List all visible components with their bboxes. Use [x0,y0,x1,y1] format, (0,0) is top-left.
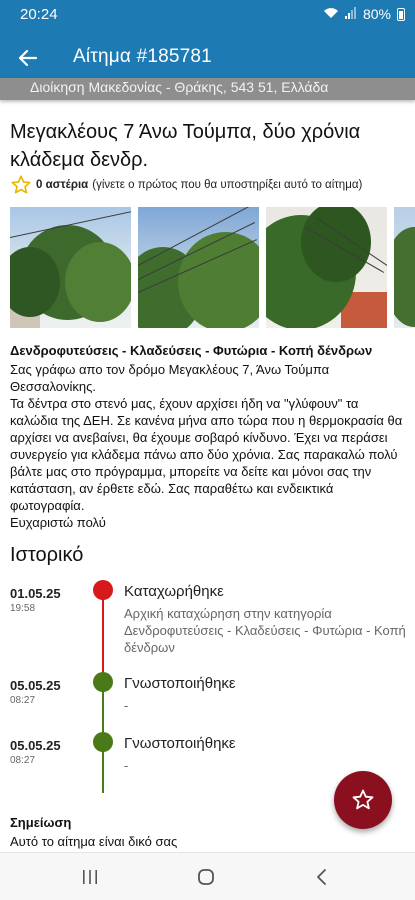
battery-icon [397,7,405,21]
note-label: Σημείωση [10,815,72,830]
system-nav-bar [0,852,415,900]
timeline-line [102,591,104,676]
signal-icon [344,6,357,22]
support-fab-button[interactable] [334,771,392,829]
arrow-left-icon [18,49,38,67]
status-time: 20:24 [20,6,58,23]
status-bar: 20:24 80% [0,0,415,30]
battery-percent: 80% [362,6,391,22]
description-paragraph: Τα δέντρα στο στενό μας, έχουν αρχίσει ή… [10,396,403,513]
photo-gallery[interactable] [10,207,415,329]
request-category: Δενδροφυτεύσεις - Κλαδεύσεις - Φυτώρια -… [10,343,373,358]
timeline-dot [93,580,113,600]
status-icons: 80% [323,6,405,22]
chevron-left-icon [317,869,326,885]
photo-thumbnail[interactable] [266,207,387,328]
history-title: Ιστορικό [10,544,84,566]
system-back-button[interactable] [307,865,337,889]
event-time: 08:27 [10,695,36,706]
event-description: Αρχική καταχώρηση στην κατηγορία Δενδροφ… [124,606,406,655]
request-title: Μεγακλέους 7 Άνω Τούμπα, δύο χρόνια κλάδ… [10,121,361,171]
request-description: Σας γράφω απο τον δρόμο Μεγακλέους 7, Άν… [10,361,405,531]
event-date: 01.05.25 [10,586,61,601]
back-button[interactable] [12,42,44,74]
rating-count: 0 αστέρια [36,179,89,191]
event-date: 05.05.25 [10,738,61,753]
rating-hint: (γίνετε ο πρώτος που θα υποστηρίξει αυτό… [92,179,363,191]
timeline-dot [93,732,113,752]
event-status: Γνωστοποιήθηκε [124,675,236,692]
photo-thumbnail[interactable] [138,207,259,328]
photo-thumbnail[interactable] [394,207,415,328]
star-outline-icon [352,789,374,810]
note-text: Αυτό το αίτημα είναι δικό σας [10,834,178,849]
description-paragraph: Σας γράφω απο τον δρόμο Μεγακλέους 7, Άν… [10,362,330,394]
page-title: Αίτημα #185781 [73,46,212,67]
event-time: 19:58 [10,603,36,614]
wifi-icon [323,7,339,22]
event-date: 05.05.25 [10,678,61,693]
description-paragraph: Ευχαριστώ πολύ [10,515,106,530]
event-status: Καταχωρήθηκε [124,583,224,600]
event-description: - [124,698,129,713]
event-time: 08:27 [10,755,36,766]
timeline-dot [93,672,113,692]
star-outline-icon[interactable] [10,174,32,196]
recents-icon [83,870,97,884]
rating-row[interactable]: 0 αστέρια (γίνετε ο πρώτος που θα υποστη… [10,174,362,196]
address-strip: Διοίκηση Μακεδονίας - Θράκης, 543 51, Ελ… [0,78,415,100]
recent-apps-button[interactable] [75,865,105,889]
home-icon [198,869,214,885]
home-button[interactable] [191,865,221,889]
event-status: Γνωστοποιήθηκε [124,735,236,752]
photo-thumbnail[interactable] [10,207,131,328]
request-details[interactable]: Μεγακλέους 7 Άνω Τούμπα, δύο χρόνια κλάδ… [0,100,415,852]
